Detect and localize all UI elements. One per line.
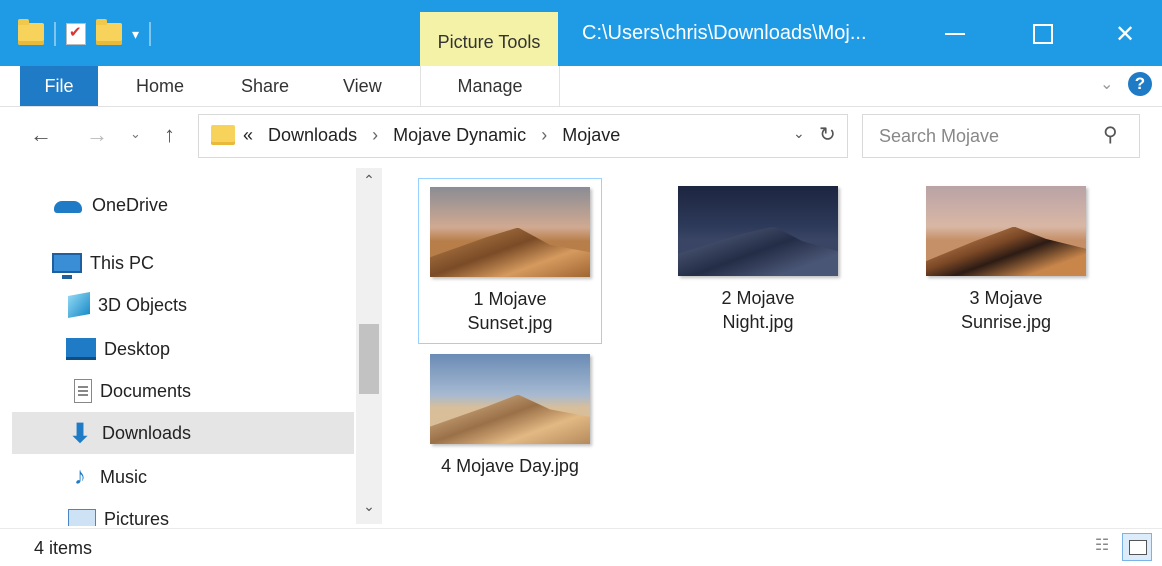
properties-icon[interactable] [66,23,86,45]
music-icon: ♪ [74,463,86,490]
customize-toolbar-icon[interactable]: ▾ [132,26,139,43]
nav-item-pictures[interactable]: Pictures [12,498,354,526]
pictures-icon [68,509,96,526]
toolbar-divider [149,22,152,46]
nav-item-label: Music [100,466,148,487]
navigation-pane-scrollbar[interactable]: ⌃ ⌄ [356,168,382,524]
desktop-icon [66,338,96,360]
search-icon[interactable]: ⚲ [1103,122,1118,147]
file-tile-mojave-sunset[interactable]: 1 Mojave Sunset.jpg [418,178,602,344]
onedrive-icon [52,197,84,213]
address-bar[interactable]: « Downloads › Mojave Dynamic › Mojave ⌄ … [198,114,848,158]
file-name: 2 Mojave Night.jpg [721,288,795,332]
nav-item-onedrive[interactable]: OneDrive [12,184,354,226]
scroll-up-arrow-icon[interactable]: ⌃ [356,172,382,189]
scrollbar-thumb[interactable] [359,324,379,394]
picture-tools-context-tab: Picture Tools [420,12,558,66]
thumbnail-mojave-night [678,186,838,276]
tab-home[interactable]: Home [136,76,184,97]
breadcrumb-mojave[interactable]: Mojave [562,125,620,145]
nav-item-desktop[interactable]: Desktop [12,328,354,370]
address-dropdown-chevron-icon[interactable]: ⌄ [793,125,805,142]
window-title: C:\Users\chris\Downloads\Moj... [582,22,867,44]
large-icons-view-icon[interactable] [1122,533,1152,561]
breadcrumb-mojave-dynamic[interactable]: Mojave Dynamic [393,125,526,145]
nav-item-label: This PC [90,252,155,273]
file-tile-mojave-day[interactable]: 4 Mojave Day.jpg [418,348,602,488]
item-count: 4 items [34,538,93,558]
maximize-button[interactable] [1018,12,1068,56]
nav-item-label: Pictures [104,508,170,527]
recent-locations-chevron-icon[interactable]: ⌄ [130,126,141,142]
details-view-icon[interactable]: ☷ [1090,535,1114,559]
thumbnail-mojave-sunset [430,187,590,277]
file-tile-mojave-sunrise[interactable]: 3 Mojave Sunrise.jpg [914,178,1098,344]
toolbar-divider [54,22,56,46]
breadcrumb-separator[interactable]: › [541,125,547,145]
search-input[interactable] [877,124,1091,148]
help-icon[interactable]: ? [1128,72,1152,96]
refresh-icon[interactable]: ↻ [819,122,836,147]
tab-manage-label: Manage [457,76,523,96]
new-folder-icon[interactable] [96,19,122,45]
file-explorer-window: ▾ Picture Tools C:\Users\chris\Downloads… [0,0,1162,566]
minimize-button[interactable] [930,12,980,56]
file-name: 1 Mojave Sunset.jpg [467,289,553,333]
breadcrumb-separator[interactable]: › [372,125,378,145]
nav-item-3d-objects[interactable]: 3D Objects [12,284,354,326]
title-bar: ▾ Picture Tools C:\Users\chris\Downloads… [0,0,1162,66]
tab-manage[interactable]: Manage [420,66,560,106]
close-button[interactable]: ✕ [1100,12,1150,56]
breadcrumb-downloads[interactable]: Downloads [268,125,357,145]
downloads-icon: ⬇ [69,418,91,448]
nav-item-label: Documents [100,380,192,401]
folder-icon[interactable] [18,19,44,45]
search-box[interactable]: ⚲ [862,114,1140,158]
forward-arrow-icon[interactable]: → [86,122,108,148]
nav-item-label: Desktop [104,338,171,359]
scroll-down-arrow-icon[interactable]: ⌄ [356,498,382,515]
thumbnail-mojave-sunrise [926,186,1086,276]
this-pc-icon [52,253,82,279]
quick-access-toolbar: ▾ [18,18,152,50]
tab-share[interactable]: Share [241,76,289,97]
status-bar: 4 items ☷ [0,528,1162,566]
nav-item-label: 3D Objects [98,294,188,315]
picture-tools-label: Picture Tools [437,32,541,52]
nav-item-downloads[interactable]: ⬇ Downloads [12,412,354,454]
thumbnail-mojave-day [430,354,590,444]
breadcrumb-overflow[interactable]: « [243,125,253,145]
file-tile-mojave-night[interactable]: 2 Mojave Night.jpg [666,178,850,344]
up-arrow-icon[interactable]: ↑ [164,122,175,148]
nav-item-label: OneDrive [92,194,169,215]
nav-item-music[interactable]: ♪ Music [12,456,354,498]
file-name: 3 Mojave Sunrise.jpg [960,288,1052,332]
tab-file[interactable]: File [20,66,98,106]
back-arrow-icon[interactable]: ← [30,122,52,148]
breadcrumb: « Downloads › Mojave Dynamic › Mojave [243,125,620,146]
nav-item-documents[interactable]: Documents [12,370,354,412]
documents-icon [74,379,92,403]
nav-item-this-pc[interactable]: This PC [12,242,354,284]
folder-icon [211,125,235,145]
file-name: 4 Mojave Day.jpg [441,456,579,476]
nav-item-label: Downloads [102,422,192,443]
expand-ribbon-chevron-icon[interactable]: ⌄ [1100,74,1113,94]
3d-objects-icon [68,292,90,318]
tab-view[interactable]: View [343,76,382,97]
navigation-pane: OneDrive This PC 3D Objects Desktop Docu… [12,168,384,526]
